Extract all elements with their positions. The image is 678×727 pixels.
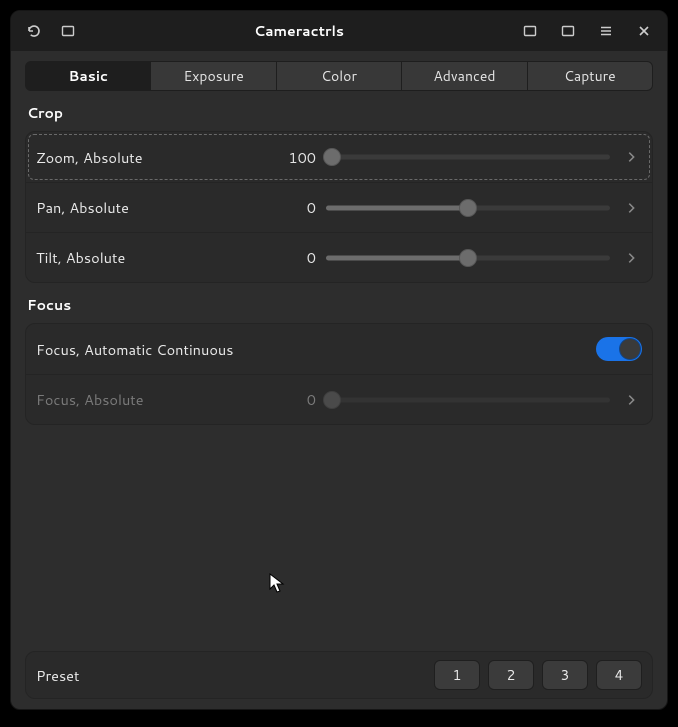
preset-button-3[interactable]: 3: [542, 660, 588, 690]
slider-thumb[interactable]: [459, 249, 477, 267]
focus-slider: [326, 390, 610, 410]
preset-number: 2: [507, 665, 516, 685]
window-title: Cameractrls: [85, 21, 513, 41]
titlebar-right: [513, 16, 661, 46]
preset-number: 1: [453, 665, 462, 685]
slider-track: [326, 155, 610, 160]
group-crop: Zoom, Absolute 100 Pan, Absolute 0: [25, 131, 653, 283]
control-value: 0: [266, 389, 316, 410]
reset-button[interactable]: [620, 146, 642, 168]
zoom-slider[interactable]: [326, 147, 610, 167]
tab-capture[interactable]: Capture: [528, 61, 653, 91]
control-label: Focus, Absolute: [36, 389, 256, 410]
preset-button-4[interactable]: 4: [596, 660, 642, 690]
window-icon: [522, 23, 538, 39]
row-tilt-absolute: Tilt, Absolute 0: [26, 232, 652, 282]
tab-label: Color: [321, 66, 357, 86]
close-icon: [636, 23, 652, 39]
tab-exposure[interactable]: Exposure: [151, 61, 276, 91]
tab-advanced[interactable]: Advanced: [402, 61, 527, 91]
preset-number: 4: [615, 665, 624, 685]
row-focus-auto: Focus, Automatic Continuous: [26, 324, 652, 374]
row-focus-absolute: Focus, Absolute 0: [26, 374, 652, 424]
row-zoom-absolute: Zoom, Absolute 100: [26, 132, 652, 182]
refresh-icon: [26, 23, 42, 39]
row-pan-absolute: Pan, Absolute 0: [26, 182, 652, 232]
tab-color[interactable]: Color: [277, 61, 402, 91]
slider-fill: [326, 205, 468, 210]
pan-slider[interactable]: [326, 198, 610, 218]
section-title-crop: Crop: [25, 99, 653, 131]
content-spacer: [25, 425, 653, 643]
tab-bar: Basic Exposure Color Advanced Capture: [11, 51, 667, 99]
reset-button[interactable]: [620, 247, 642, 269]
tilt-slider[interactable]: [326, 248, 610, 268]
preset-label: Preset: [36, 665, 426, 686]
control-label: Pan, Absolute: [36, 197, 256, 218]
tab-basic[interactable]: Basic: [25, 61, 151, 91]
preset-button-1[interactable]: 1: [434, 660, 480, 690]
focus-auto-toggle[interactable]: [596, 337, 642, 361]
window-icon: [560, 23, 576, 39]
chevron-right-icon: [624, 393, 638, 407]
slider-track: [326, 397, 610, 402]
preset-number: 3: [561, 665, 570, 685]
secondary-window-button-2[interactable]: [551, 16, 585, 46]
window-list-button[interactable]: [51, 16, 85, 46]
slider-thumb[interactable]: [459, 199, 477, 217]
tab-label: Advanced: [433, 66, 495, 86]
close-button[interactable]: [627, 16, 661, 46]
preset-bar: Preset 1 2 3 4: [25, 651, 653, 699]
control-value: 0: [266, 247, 316, 268]
titlebar: Cameractrls: [11, 11, 667, 51]
section-title-focus: Focus: [25, 291, 653, 323]
reset-button: [620, 389, 642, 411]
chevron-right-icon: [624, 201, 638, 215]
preset-button-2[interactable]: 2: [488, 660, 534, 690]
chevron-right-icon: [624, 150, 638, 164]
slider-thumb[interactable]: [323, 148, 341, 166]
slider-thumb: [323, 391, 341, 409]
slider-fill: [326, 255, 468, 260]
tab-label: Exposure: [183, 66, 243, 86]
control-label: Zoom, Absolute: [36, 147, 256, 168]
tab-label: Capture: [564, 66, 616, 86]
control-value: 0: [266, 197, 316, 218]
control-label: Tilt, Absolute: [36, 247, 256, 268]
refresh-button[interactable]: [17, 16, 51, 46]
group-focus: Focus, Automatic Continuous Focus, Absol…: [25, 323, 653, 425]
window-icon: [60, 23, 76, 39]
hamburger-icon: [598, 23, 614, 39]
control-label: Focus, Automatic Continuous: [36, 339, 256, 360]
secondary-window-button-1[interactable]: [513, 16, 547, 46]
chevron-right-icon: [624, 251, 638, 265]
content-area: Crop Zoom, Absolute 100 Pan, Absolute 0: [11, 99, 667, 709]
toggle-knob: [620, 339, 640, 359]
menu-button[interactable]: [589, 16, 623, 46]
tab-label: Basic: [68, 66, 107, 86]
reset-button[interactable]: [620, 197, 642, 219]
control-value: 100: [266, 147, 316, 168]
app-window: Cameractrls Basic Exposure Color Advance…: [10, 10, 668, 710]
